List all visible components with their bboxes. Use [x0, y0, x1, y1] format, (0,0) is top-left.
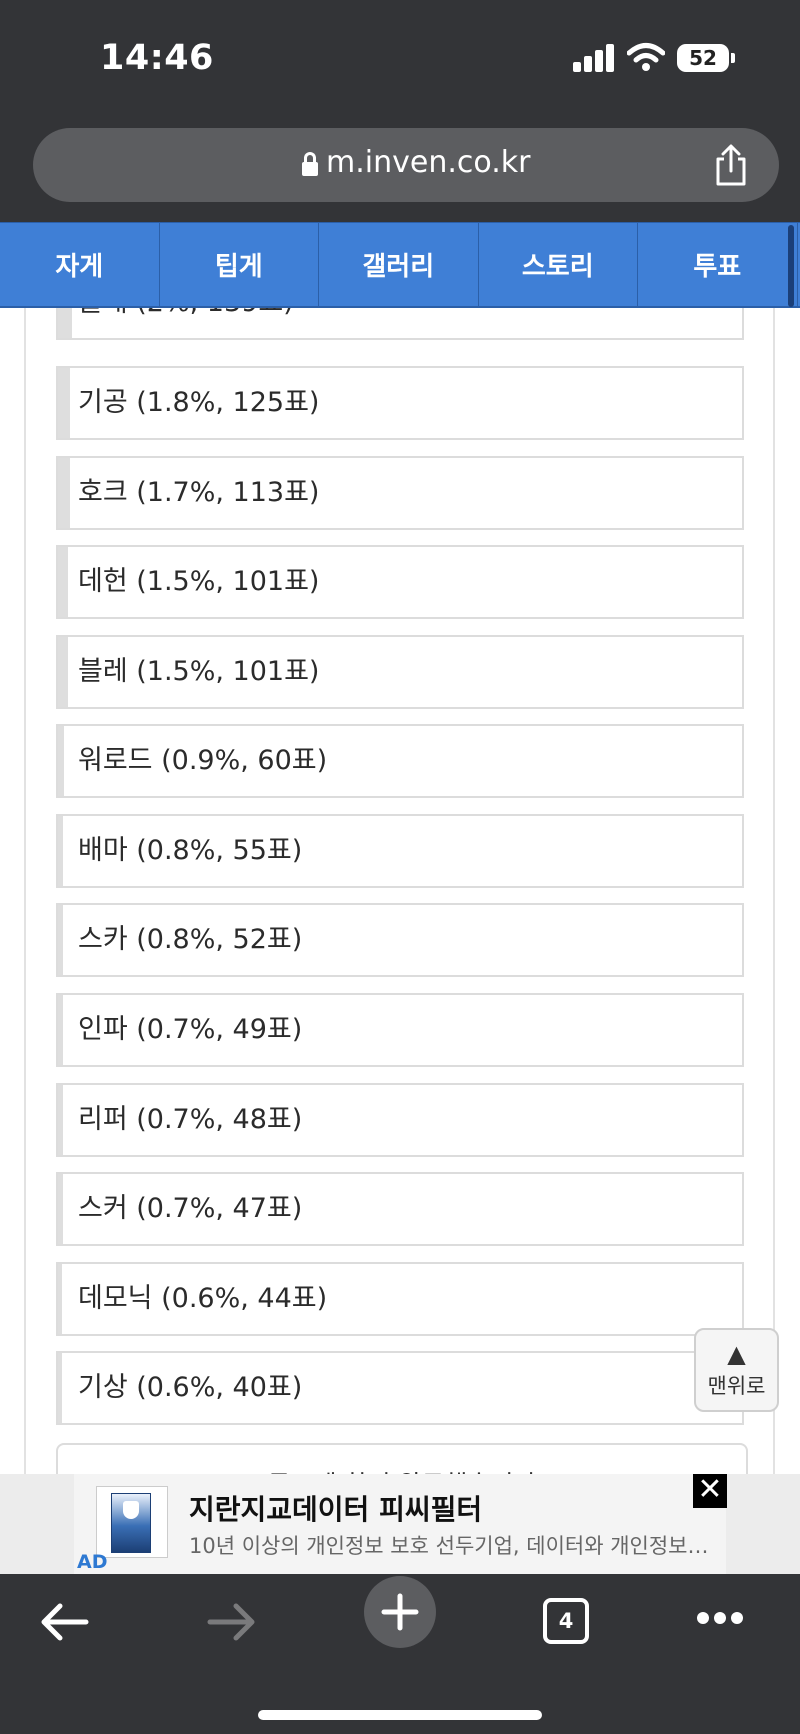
poll-result-row: 기공 (1.8%, 125표): [56, 366, 744, 440]
poll-result-row: 데헌 (1.5%, 101표): [56, 545, 744, 619]
tabs-overview-button[interactable]: 4: [543, 1598, 589, 1644]
scroll-to-top-button[interactable]: ▲ 맨위로: [694, 1328, 779, 1412]
content-card-border-right: [773, 308, 775, 1474]
poll-result-row: 호크 (1.7%, 113표): [56, 456, 744, 530]
tab-free-board[interactable]: 자게: [0, 223, 160, 306]
poll-result-bar: [58, 995, 63, 1065]
poll-result-bar: [58, 637, 69, 707]
poll-result-bar: [58, 816, 64, 886]
wifi-icon: [627, 43, 665, 71]
status-time: 14:46: [100, 38, 214, 78]
poll-result-bar: [58, 1085, 63, 1155]
new-tab-button[interactable]: [364, 1576, 436, 1648]
poll-result-label: 리퍼 (0.7%, 48표): [78, 1104, 303, 1135]
poll-result-row: 리퍼 (0.7%, 48표): [56, 1083, 744, 1157]
tab-tip-board[interactable]: 팁게: [160, 223, 319, 306]
url-text[interactable]: m.inven.co.kr: [326, 145, 530, 180]
poll-result-row: 스커 (0.7%, 47표): [56, 1172, 744, 1246]
more-options-icon[interactable]: [697, 1612, 743, 1626]
poll-result-row: 배마 (0.8%, 55표): [56, 814, 744, 888]
poll-result-bar: [58, 1264, 63, 1334]
poll-result-bar: [58, 458, 70, 528]
poll-result-label: 워로드 (0.9%, 60표): [78, 745, 328, 776]
lock-icon: [302, 152, 318, 176]
poll-result-bar: [58, 726, 65, 796]
back-arrow-icon[interactable]: [38, 1600, 90, 1644]
tab-vote[interactable]: 투표: [638, 223, 798, 306]
poll-result-label: 호크 (1.7%, 113표): [78, 477, 320, 508]
poll-result-label: 스카 (0.8%, 52표): [78, 924, 303, 955]
ad-description[interactable]: 10년 이상의 개인정보 보호 선두기업, 데이터와 개인정보 보호를 위한 최…: [189, 1530, 709, 1560]
plus-icon: [381, 1593, 419, 1631]
poll-result-label: 기공 (1.8%, 125표): [78, 387, 320, 418]
forward-arrow-icon[interactable]: [206, 1600, 258, 1644]
poll-result-label: 데헌 (1.5%, 101표): [78, 566, 320, 597]
poll-result-label: 배마 (0.8%, 55표): [78, 835, 303, 866]
poll-result-bar: [58, 1174, 63, 1244]
poll-result-bar: [58, 308, 72, 338]
poll-result-bar: [58, 547, 69, 617]
share-icon[interactable]: [714, 144, 748, 186]
poll-result-label: 데모닉 (0.6%, 44표): [78, 1283, 328, 1314]
poll-result-row: 워로드 (0.9%, 60표): [56, 724, 744, 798]
poll-result-bar: [58, 905, 64, 975]
battery-indicator: 52: [677, 44, 729, 72]
scroll-to-top-label: 맨위로: [707, 1374, 766, 1398]
poll-result-row: 블레 (1.5%, 101표): [56, 635, 744, 709]
poll-result-label: 인파 (0.7%, 49표): [78, 1014, 303, 1045]
site-nav-tabs: 자게 팁게 갤러리 스토리 투표: [0, 222, 800, 308]
poll-result-row: 인파 (0.7%, 49표): [56, 993, 744, 1067]
battery-tip: [731, 53, 735, 63]
poll-result-bar: [58, 368, 71, 438]
poll-result-row: 데모닉 (0.6%, 44표): [56, 1262, 744, 1336]
poll-results-list: 블래 (2%, 139표) 기공 (1.8%, 125표) 호크 (1.7%, …: [56, 308, 744, 1474]
ad-product-image[interactable]: [96, 1486, 168, 1558]
ad-title[interactable]: 지란지교데이터 피씨필터: [189, 1488, 482, 1528]
ad-close-button[interactable]: ✕: [693, 1474, 727, 1508]
poll-result-label: 기상 (0.6%, 40표): [78, 1372, 303, 1403]
poll-result-row: 블래 (2%, 139표): [56, 308, 744, 340]
tab-gallery[interactable]: 갤러리: [319, 223, 479, 306]
poll-result-label: 블레 (1.5%, 101표): [78, 656, 320, 687]
home-indicator: [258, 1710, 542, 1720]
poll-result-label: 스커 (0.7%, 47표): [78, 1193, 303, 1224]
up-arrow-icon: ▲: [727, 1340, 746, 1368]
poll-result-bar: [58, 1353, 63, 1423]
poll-result-label: 블래 (2%, 139표): [78, 308, 294, 338]
cellular-signal-icon: [573, 44, 615, 72]
poll-result-row: 기상 (0.6%, 40표): [56, 1351, 744, 1425]
ad-label: AD: [77, 1551, 108, 1573]
tab-story[interactable]: 스토리: [479, 223, 638, 306]
poll-result-row: 스카 (0.8%, 52표): [56, 903, 744, 977]
nav-scrollbar[interactable]: [788, 225, 794, 307]
content-card-border-left: [24, 308, 26, 1474]
